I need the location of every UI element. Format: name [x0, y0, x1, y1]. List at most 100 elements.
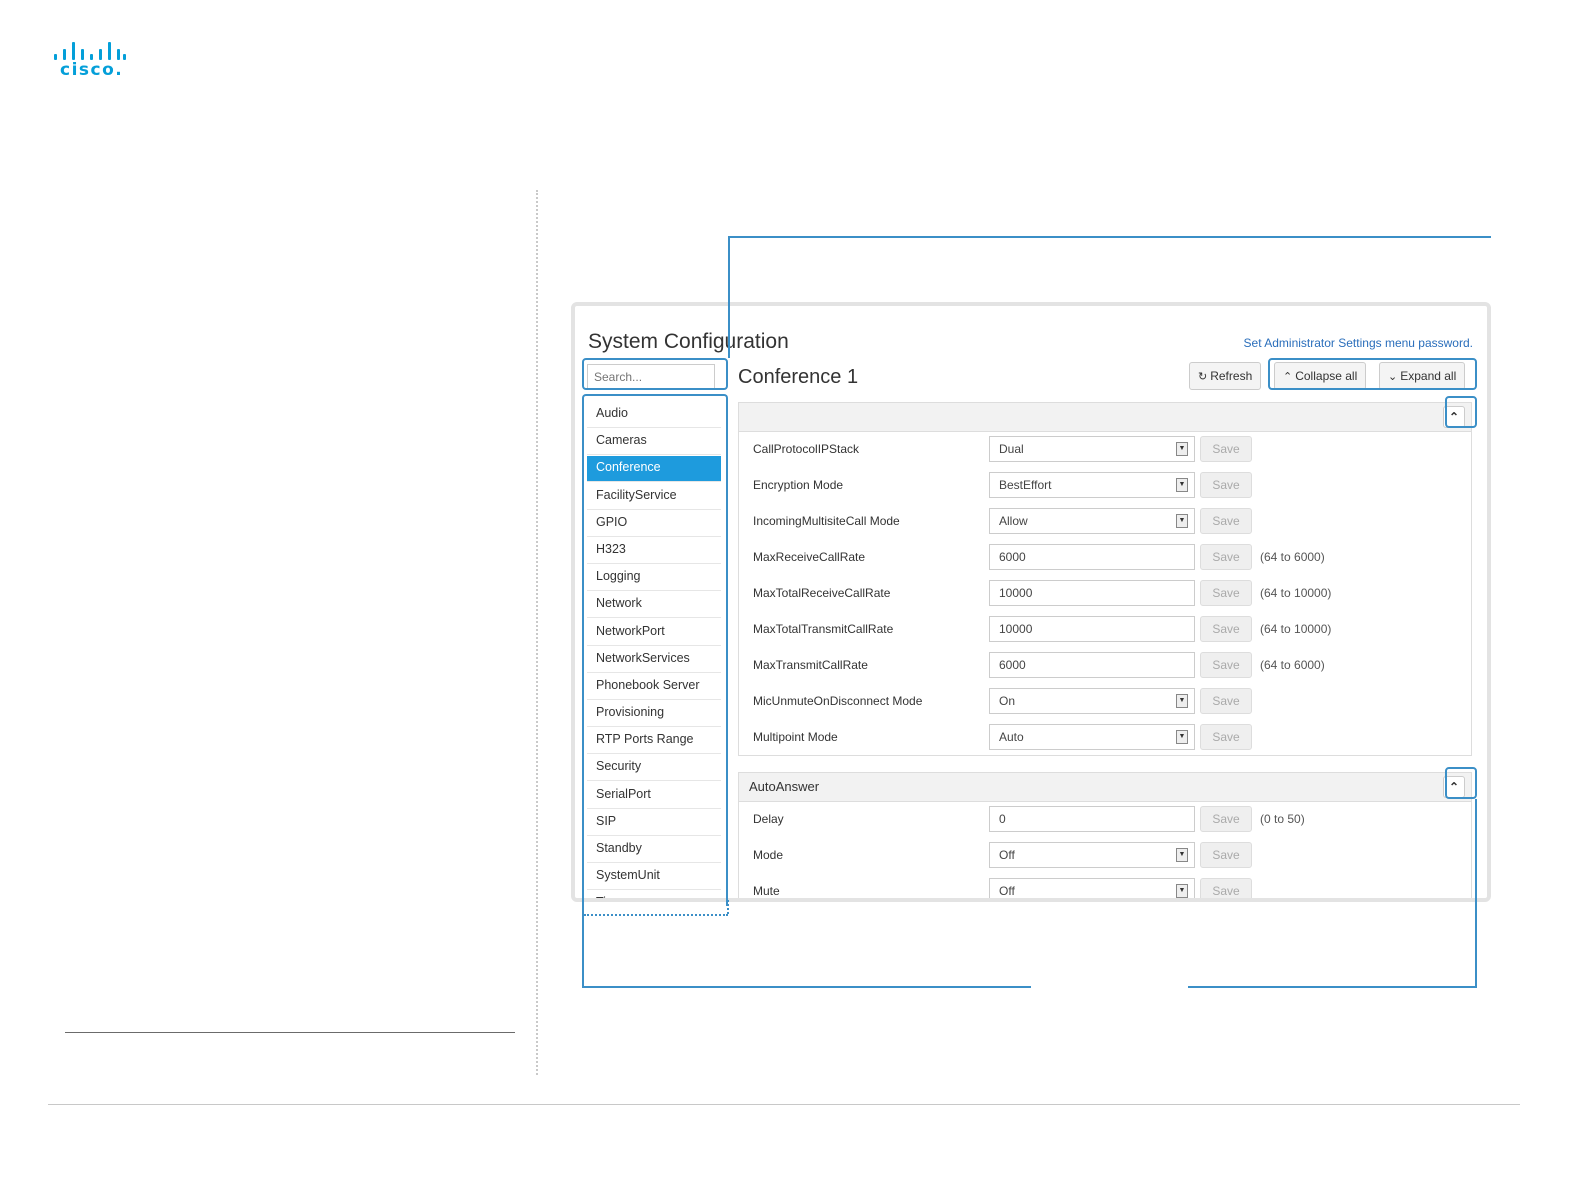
search-highlight — [582, 358, 728, 390]
setting-select[interactable]: Auto ▼ — [989, 724, 1195, 750]
setting-label: Encryption Mode — [753, 478, 844, 492]
setting-range: (64 to 10000) — [1260, 586, 1332, 600]
callout-bottom-right-connector — [1475, 799, 1477, 988]
column-divider — [536, 190, 538, 1075]
setting-range: (0 to 50) — [1260, 812, 1305, 826]
setting-label: MaxTransmitCallRate — [753, 658, 868, 672]
callout-top-connector — [728, 236, 730, 358]
setting-label: Mode — [753, 848, 784, 862]
settings-list: CallProtocolIPStack Dual ▼ Save Encryption M… — [739, 432, 1471, 756]
setting-value: Off — [999, 848, 1015, 862]
panel-header[interactable]: ⌃ — [739, 403, 1471, 432]
panel-title: AutoAnswer — [749, 779, 820, 794]
setting-value: Auto — [999, 730, 1024, 744]
setting-row: MaxReceiveCallRate 6000 Save (64 to 6000) — [739, 540, 1471, 576]
save-button[interactable]: Save — [1200, 652, 1252, 678]
save-button[interactable]: Save — [1200, 688, 1252, 714]
section-title: Conference 1 — [738, 366, 859, 388]
setting-value: 10000 — [999, 586, 1033, 600]
setting-value: On — [999, 694, 1016, 708]
setting-range: (64 to 10000) — [1260, 622, 1332, 636]
footer-rule — [48, 1104, 1520, 1105]
dropdown-arrow-icon[interactable]: ▼ — [1176, 442, 1188, 456]
setting-value: BestEffort — [999, 478, 1052, 492]
save-button[interactable]: Save — [1200, 616, 1252, 642]
setting-row: Multipoint Mode Auto ▼ Save — [739, 720, 1471, 756]
save-button[interactable]: Save — [1200, 806, 1252, 832]
conference-general-panel: ⌃ CallProtocolIPStack Dual ▼ Save Encryption… — [738, 402, 1472, 756]
collapse-icon-highlight — [1445, 396, 1477, 428]
setting-value: Off — [999, 884, 1015, 898]
setting-value: 0 — [999, 812, 1006, 826]
dropdown-arrow-icon[interactable]: ▼ — [1176, 884, 1188, 898]
callout-bottom-line-left — [582, 986, 1031, 988]
collapse-icon-highlight-2 — [1445, 767, 1477, 799]
setting-label: MicUnmuteOnDisconnect Mode — [753, 694, 923, 708]
setting-select[interactable]: Off ▼ — [989, 878, 1195, 898]
settings-list: Delay 0 Save (0 to 50) Mode Off ▼ Save Mute Off ▼ S… — [739, 802, 1471, 898]
dropdown-arrow-icon[interactable]: ▼ — [1176, 848, 1188, 862]
left-rule — [65, 1032, 515, 1033]
setting-value: 6000 — [999, 658, 1026, 672]
save-button[interactable]: Save — [1200, 842, 1252, 868]
refresh-button[interactable]: ↻ Refresh — [1189, 362, 1262, 390]
setting-input[interactable]: 6000 — [989, 652, 1195, 678]
sidebar-highlight — [582, 394, 728, 906]
refresh-label: Refresh — [1210, 369, 1253, 383]
setting-label: IncomingMultisiteCall Mode — [753, 514, 900, 528]
setting-input[interactable]: 6000 — [989, 544, 1195, 570]
setting-label: MaxTotalReceiveCallRate — [753, 586, 891, 600]
dropdown-arrow-icon[interactable]: ▼ — [1176, 730, 1188, 744]
setting-row: Encryption Mode BestEffort ▼ Save — [739, 468, 1471, 504]
collapse-expand-highlight — [1268, 358, 1477, 390]
setting-select[interactable]: BestEffort ▼ — [989, 472, 1195, 498]
setting-label: MaxTotalTransmitCallRate — [753, 622, 894, 636]
setting-select[interactable]: Allow ▼ — [989, 508, 1195, 534]
setting-label: CallProtocolIPStack — [753, 442, 860, 456]
setting-row: IncomingMultisiteCall Mode Allow ▼ Save — [739, 504, 1471, 540]
setting-select[interactable]: Off ▼ — [989, 842, 1195, 868]
panel-header[interactable]: AutoAnswer ⌃ — [739, 773, 1471, 802]
setting-row: Mute Off ▼ Save — [739, 874, 1471, 898]
callout-bottom-left-connector — [582, 906, 584, 988]
save-button[interactable]: Save — [1200, 580, 1252, 606]
setting-row: MicUnmuteOnDisconnect Mode On ▼ Save — [739, 684, 1471, 720]
setting-input[interactable]: 10000 — [989, 616, 1195, 642]
setting-row: CallProtocolIPStack Dual ▼ Save — [739, 432, 1471, 468]
setting-range: (64 to 6000) — [1260, 658, 1325, 672]
dropdown-arrow-icon[interactable]: ▼ — [1176, 694, 1188, 708]
save-button[interactable]: Save — [1200, 508, 1252, 534]
setting-value: Dual — [999, 442, 1024, 456]
cisco-logo: cisco. — [54, 40, 126, 82]
save-button[interactable]: Save — [1200, 724, 1252, 750]
setting-row: Mode Off ▼ Save — [739, 838, 1471, 874]
setting-label: Multipoint Mode — [753, 730, 838, 744]
setting-input[interactable]: 0 — [989, 806, 1195, 832]
setting-row: MaxTotalReceiveCallRate 10000 Save (64 to 1… — [739, 576, 1471, 612]
cisco-logo-text: cisco. — [60, 60, 124, 80]
page-title: System Configuration — [588, 330, 789, 353]
setting-label: Delay — [753, 812, 784, 826]
setting-select[interactable]: Dual ▼ — [989, 436, 1195, 462]
setting-row: MaxTransmitCallRate 6000 Save (64 to 6000) — [739, 648, 1471, 684]
dropdown-arrow-icon[interactable]: ▼ — [1176, 478, 1188, 492]
save-button[interactable]: Save — [1200, 878, 1252, 898]
setting-label: MaxReceiveCallRate — [753, 550, 866, 564]
admin-password-link[interactable]: Set Administrator Settings menu password… — [1244, 336, 1473, 350]
setting-select[interactable]: On ▼ — [989, 688, 1195, 714]
setting-input[interactable]: 10000 — [989, 580, 1195, 606]
refresh-icon: ↻ — [1198, 371, 1208, 383]
callout-top-line — [728, 236, 1491, 238]
save-button[interactable]: Save — [1200, 544, 1252, 570]
sidebar-highlight-dotted-edge — [584, 914, 728, 916]
setting-label: Mute — [753, 884, 780, 898]
setting-range: (64 to 6000) — [1260, 550, 1325, 564]
save-button[interactable]: Save — [1200, 436, 1252, 462]
save-button[interactable]: Save — [1200, 472, 1252, 498]
dropdown-arrow-icon[interactable]: ▼ — [1176, 514, 1188, 528]
setting-row: MaxTotalTransmitCallRate 10000 Save (64 to … — [739, 612, 1471, 648]
setting-value: 10000 — [999, 622, 1033, 636]
cisco-logo-bars — [54, 40, 126, 60]
setting-row: Delay 0 Save (0 to 50) — [739, 802, 1471, 838]
sidebar-highlight-dotted-side — [727, 900, 729, 914]
